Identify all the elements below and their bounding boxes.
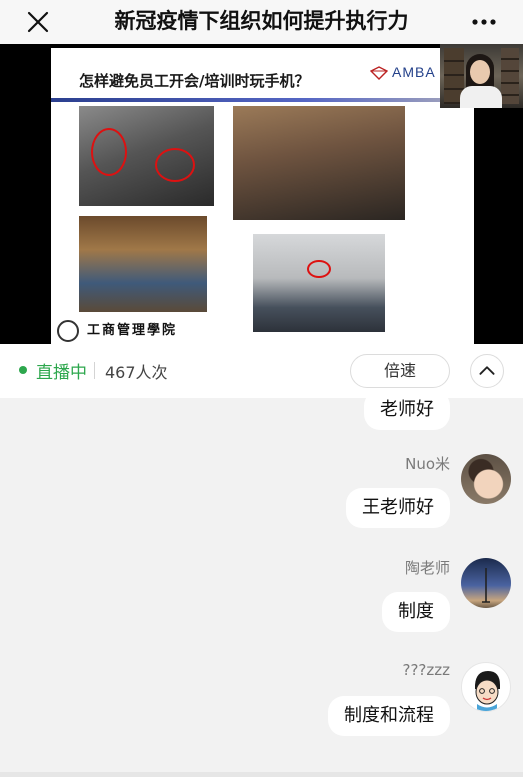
presenter-camera [440, 44, 523, 108]
slide-photo-meeting [79, 106, 214, 206]
chat-bubble: 制度 [382, 592, 450, 632]
user-avatar[interactable] [461, 662, 511, 712]
chat-bubble: 制度和流程 [328, 696, 450, 736]
user-avatar[interactable] [461, 454, 511, 504]
chat-input-edge [0, 772, 523, 777]
presentation-slide: 怎样避免员工开会/培训时玩手机？ AMBA 工商管理學院 [51, 48, 474, 344]
chevron-up-icon[interactable] [470, 354, 504, 388]
chat-list[interactable]: 老师好 Nuo米 王老师好 陶老师 制度 ???zzz 制度和流程 [0, 398, 523, 777]
viewer-count: 467人次 [105, 363, 168, 382]
playback-speed-button[interactable]: 倍速 [350, 354, 450, 388]
slide-photo-delegates [233, 106, 405, 220]
slide-photo-auditorium [79, 216, 207, 312]
user-avatar[interactable] [461, 558, 511, 608]
slide-photo-classroom [253, 234, 385, 332]
page-title: 新冠疫情下组织如何提升执行力 [114, 9, 409, 33]
school-seal-icon [57, 320, 79, 342]
chat-user-name: ???zzz [402, 661, 450, 679]
amba-logo-text: AMBA [392, 64, 436, 80]
live-status-label: 直播中 [36, 363, 87, 383]
tower-icon [482, 568, 490, 603]
slide-divider [51, 98, 474, 102]
amba-logo: AMBA [370, 62, 440, 88]
more-icon[interactable] [471, 12, 497, 32]
diamond-icon [370, 66, 388, 80]
chat-user-name: Nuo米 [405, 455, 450, 473]
top-bar: 新冠疫情下组织如何提升执行力 [0, 0, 523, 44]
live-video[interactable]: 怎样避免员工开会/培训时玩手机？ AMBA 工商管理學院 [0, 44, 523, 344]
chat-bubble: 王老师好 [346, 488, 450, 528]
divider [94, 362, 95, 379]
live-status-bar: 直播中 467人次 倍速 [0, 344, 523, 398]
chat-user-name: 陶老师 [404, 559, 450, 577]
cartoon-face-icon [475, 671, 500, 711]
close-icon[interactable] [24, 8, 52, 36]
slide-title: 怎样避免员工开会/培训时玩手机？ [79, 72, 310, 90]
chat-bubble: 老师好 [364, 398, 450, 430]
live-dot-icon [19, 366, 27, 374]
school-logo-text: 工商管理學院 [87, 323, 178, 338]
